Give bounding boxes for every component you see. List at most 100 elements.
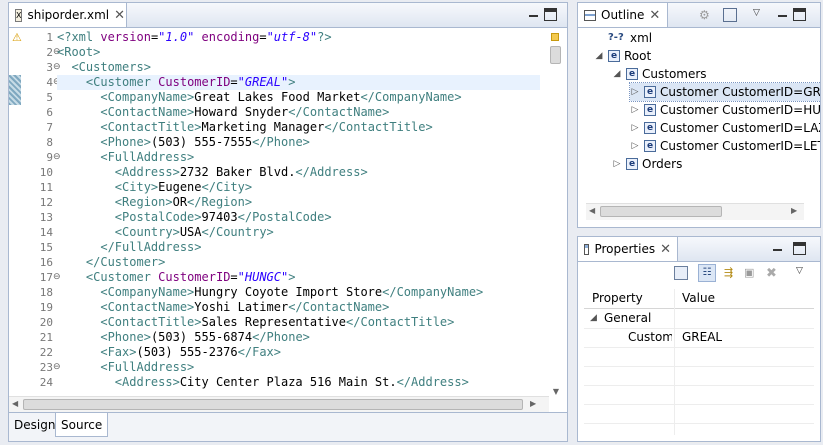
column-header-property[interactable]: Property (592, 289, 643, 308)
minimize-editor-button[interactable] (527, 8, 540, 21)
scroll-down-icon[interactable]: ▼ (549, 387, 563, 396)
sort-icon[interactable]: ⚙ (699, 8, 713, 22)
expanded-twisty-icon[interactable]: ◢ (594, 47, 604, 65)
outline-tree[interactable]: ?-? xml ◢ e Root ◢ e Customers ▷ e Customer Custom… (578, 27, 820, 203)
outline-tree-item[interactable]: ▷ e Customer CustomerID=LETSS (630, 137, 820, 155)
code-line[interactable]: <Address>City Center Plaza 516 Main St.<… (57, 375, 540, 390)
line-number: 24 (39, 376, 53, 389)
maximize-editor-button[interactable] (544, 8, 557, 21)
code-line[interactable]: </FullAddress> (57, 240, 540, 255)
category-row[interactable]: ◢ General (584, 309, 814, 329)
close-tab-icon[interactable]: ✕ (114, 9, 125, 22)
line-number: 20 (39, 316, 53, 329)
code-line[interactable]: <Address>2732 Baker Blvd.</Address> (57, 165, 540, 180)
code-lines[interactable]: <?xml version="1.0" encoding="utf-8"?> <R… (57, 28, 540, 398)
code-line[interactable]: <Country>USA</Country> (57, 225, 540, 240)
vertical-scroll-thumb[interactable] (550, 46, 561, 64)
code-line[interactable]: <ContactName>Yoshi Latimer</ContactName> (57, 300, 540, 315)
delete-icon[interactable]: ✖ (766, 266, 780, 281)
code-line[interactable]: <Customer CustomerID="HUNGC"> (57, 270, 540, 285)
code-line[interactable]: <FullAddress> (57, 150, 540, 165)
outline-horizontal-scrollbar[interactable]: ◀ ▶ (586, 203, 804, 220)
maximize-properties-button[interactable] (793, 242, 806, 255)
editor-horizontal-scrollbar[interactable]: ◀ ▶ (9, 396, 549, 413)
tab-design[interactable]: Design (9, 413, 60, 437)
code-line[interactable]: <Customer CustomerID="GREAL"> (57, 75, 540, 90)
tab-outline[interactable]: Outline ✕ (578, 3, 668, 27)
code-line[interactable]: <CompanyName>Hungry Coyote Import Store<… (57, 285, 540, 300)
collapse-all-icon[interactable] (723, 8, 737, 22)
minimize-outline-button[interactable] (776, 8, 789, 21)
line-number: 10 (39, 166, 53, 179)
properties-table[interactable]: Property Value ◢ General CustomerID GREA… (584, 289, 814, 443)
expanded-twisty-icon[interactable]: ◢ (612, 65, 622, 83)
outline-item-label: Root (624, 49, 652, 63)
pin-icon[interactable] (674, 266, 688, 280)
editor-vertical-scrollbar[interactable]: ▼ (549, 28, 563, 398)
element-icon: e (608, 50, 620, 62)
restore-default-icon[interactable]: ▣ (744, 266, 758, 280)
properties-view-menu-icon[interactable]: ▽ (796, 266, 810, 280)
xml-file-icon: X (15, 8, 23, 22)
minimize-properties-button[interactable] (771, 242, 784, 255)
code-line[interactable]: <Customers> (57, 60, 540, 75)
close-outline-icon[interactable]: ✕ (649, 9, 660, 22)
element-icon: e (626, 68, 638, 80)
scroll-left-icon[interactable]: ◀ (12, 399, 18, 408)
code-line[interactable]: </Customer> (57, 255, 540, 270)
outline-tree-item[interactable]: ▷ e Orders (612, 155, 683, 173)
empty-row (584, 423, 814, 443)
empty-row (584, 347, 814, 367)
code-line[interactable]: <Phone>(503) 555-7555</Phone> (57, 135, 540, 150)
code-line[interactable]: <ContactTitle>Sales Representative</Cont… (57, 315, 540, 330)
code-line[interactable]: <Region>OR</Region> (57, 195, 540, 210)
code-line[interactable]: <ContactTitle>Marketing Manager</Contact… (57, 120, 540, 135)
outline-scroll-right-icon[interactable]: ▶ (791, 206, 797, 215)
properties-panel: Properties ✕ ☷ ⇶ ▣ ✖ ▽ Property Value ◢ … (577, 236, 821, 443)
tab-properties[interactable]: Properties ✕ (578, 237, 678, 261)
property-row[interactable]: CustomerID GREAL (584, 328, 814, 348)
outline-item-label: xml (630, 31, 653, 45)
category-twisty-icon[interactable]: ◢ (590, 309, 597, 328)
code-line[interactable]: <Fax>(503) 555-2376</Fax> (57, 345, 540, 360)
collapsed-twisty-icon[interactable]: ▷ (630, 119, 640, 137)
outline-tree-item[interactable]: ▷ e Customer CustomerID=HUNGC (630, 101, 820, 119)
outline-tree-item[interactable]: ◢ e Root (594, 47, 652, 65)
code-line[interactable]: <?xml version="1.0" encoding="utf-8"?> (57, 30, 540, 45)
empty-row (584, 366, 814, 386)
view-menu-icon[interactable]: ▽ (753, 8, 767, 22)
code-line[interactable]: <Root> (57, 45, 540, 60)
show-advanced-icon[interactable]: ⇶ (724, 266, 738, 280)
outline-tree-item[interactable]: ◢ e Customers (612, 65, 707, 83)
collapsed-twisty-icon[interactable]: ▷ (630, 101, 640, 119)
outline-tree-item[interactable]: ▷ e Customer CustomerID=GREAL (628, 82, 820, 102)
outline-scroll-thumb[interactable] (600, 206, 722, 217)
line-number: 5 (46, 91, 53, 104)
outline-tree-item[interactable]: ▷ e Customer CustomerID=LAZYK (630, 119, 820, 137)
source-code-area[interactable]: ⚠ 1 2 3 4 5 6 7 8 9 10 11 12 13 14 15 16 17 18 19 20 21 22 23 2… (9, 28, 540, 398)
code-line[interactable]: <PostalCode>97403</PostalCode> (57, 210, 540, 225)
horizontal-scroll-thumb[interactable] (23, 399, 523, 410)
code-line[interactable]: <Phone>(503) 555-6874</Phone> (57, 330, 540, 345)
code-line[interactable]: <ContactName>Howard Snyder</ContactName> (57, 105, 540, 120)
outline-scroll-left-icon[interactable]: ◀ (589, 206, 595, 215)
outline-panel: Outline ✕ ⚙ ▽ ?-? xml ◢ e Root ◢ e Customers ▷ e C… (577, 2, 821, 228)
property-value[interactable]: GREAL (682, 328, 722, 347)
column-header-value[interactable]: Value (682, 289, 715, 308)
code-line[interactable]: <CompanyName>Great Lakes Food Market</Co… (57, 90, 540, 105)
collapsed-twisty-icon[interactable]: ▷ (612, 155, 622, 173)
code-line[interactable]: <City>Eugene</City> (57, 180, 540, 195)
line-number: 8 (46, 136, 53, 149)
line-number: 11 (39, 181, 53, 194)
maximize-outline-button[interactable] (793, 8, 806, 21)
code-line[interactable]: <FullAddress> (57, 360, 540, 375)
warning-icon[interactable]: ⚠ (12, 30, 22, 45)
scroll-right-icon[interactable]: ▶ (530, 399, 536, 408)
tab-shiporder-xml[interactable]: X shiporder.xml ✕ (9, 3, 127, 27)
close-properties-icon[interactable]: ✕ (660, 243, 671, 256)
collapsed-twisty-icon[interactable]: ▷ (630, 83, 640, 101)
collapsed-twisty-icon[interactable]: ▷ (630, 137, 640, 155)
outline-tree-item[interactable]: ?-? xml (594, 29, 652, 47)
tab-source[interactable]: Source (55, 413, 109, 437)
show-categories-icon[interactable]: ☷ (698, 264, 716, 282)
